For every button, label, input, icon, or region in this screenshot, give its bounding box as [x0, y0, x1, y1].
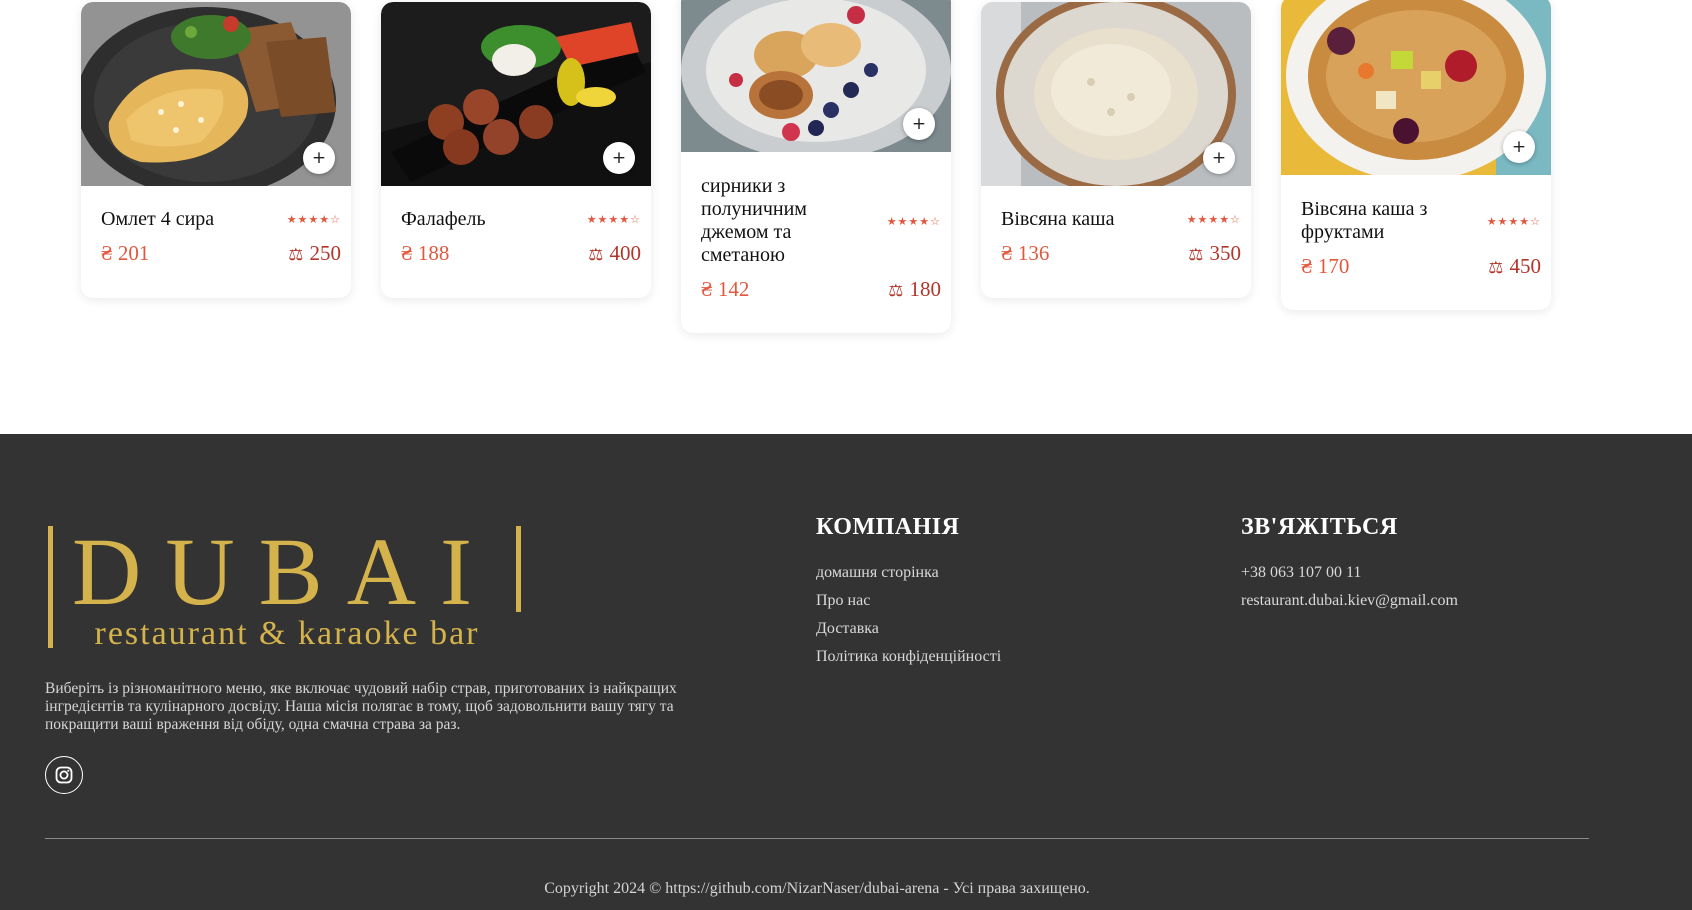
page: + Омлет 4 сира ★★★★☆ ₴ 201 ⚖ 250 + Фалаф…: [0, 0, 1692, 910]
rating-stars: ★★★★☆: [286, 213, 341, 226]
footer-divider: [45, 838, 1589, 839]
dish-image: +: [381, 2, 651, 186]
rating-stars: ★★★★☆: [886, 214, 941, 228]
dish-price: ₴ 136: [1001, 241, 1050, 265]
svg-text:restaurant & karaoke bar: restaurant & karaoke bar: [95, 615, 480, 652]
menu-card[interactable]: + Вівсяна каша ★★★★☆ ₴ 136 ⚖ 350: [981, 2, 1251, 298]
dish-name: Вівсяна каша з фруктами: [1301, 198, 1428, 243]
dish-price: ₴ 142: [701, 277, 750, 301]
scale-icon: ⚖: [1188, 245, 1204, 265]
rating-stars: ★★★★☆: [1486, 214, 1541, 228]
dish-price: ₴ 170: [1301, 254, 1350, 278]
scale-icon: ⚖: [888, 281, 904, 301]
company-column: КОМПАНІЯ домашня сторінка Про нас Достав…: [816, 514, 1001, 671]
add-to-cart-button[interactable]: +: [903, 108, 935, 140]
contact-column: ЗВ'ЯЖІТЬСЯ +38 063 107 00 11 restaurant.…: [1241, 514, 1458, 615]
dish-weight: ⚖ 250: [288, 241, 341, 265]
company-heading: КОМПАНІЯ: [816, 514, 960, 540]
dish-name: Омлет 4 сира: [101, 208, 215, 230]
dish-weight: ⚖ 180: [888, 277, 941, 301]
instagram-icon[interactable]: [45, 756, 83, 794]
menu-card[interactable]: + Вівсяна каша з фруктами ★★★★☆ ₴ 170 ⚖ 4…: [1281, 0, 1551, 310]
scale-icon: ⚖: [1488, 258, 1504, 278]
dish-image: +: [81, 2, 351, 186]
rating-stars: ★★★★☆: [586, 213, 641, 226]
dubai-logo[interactable]: DUBAI restaurant & karaoke bar: [44, 518, 524, 652]
footer-description: Виберіть із різноманітного меню, яке вкл…: [45, 680, 677, 733]
dish-price: ₴ 188: [401, 241, 450, 265]
footer-link-about[interactable]: Про нас: [816, 587, 1001, 615]
footer-link-delivery[interactable]: Доставка: [816, 615, 1001, 643]
rating-stars: ★★★★☆: [1186, 213, 1241, 226]
dish-name: Фалафель: [401, 208, 486, 230]
dish-image: +: [681, 0, 951, 152]
svg-text:DUBAI: DUBAI: [72, 522, 496, 625]
dish-weight: ⚖ 400: [588, 241, 641, 265]
scale-icon: ⚖: [588, 245, 604, 265]
dish-image: +: [981, 2, 1251, 186]
add-to-cart-button[interactable]: +: [603, 142, 635, 174]
footer: DUBAI restaurant & karaoke bar Виберіть …: [0, 434, 1692, 910]
contact-phone[interactable]: +38 063 107 00 11: [1241, 559, 1458, 587]
copyright-text: Copyright 2024 © https://github.com/Niza…: [544, 880, 1090, 897]
add-to-cart-button[interactable]: +: [303, 142, 335, 174]
menu-card[interactable]: + Фалафель ★★★★☆ ₴ 188 ⚖ 400: [381, 2, 651, 298]
menu-card[interactable]: + Омлет 4 сира ★★★★☆ ₴ 201 ⚖ 250: [81, 2, 351, 298]
add-to-cart-button[interactable]: +: [1503, 131, 1535, 163]
dish-price: ₴ 201: [101, 241, 150, 265]
scale-icon: ⚖: [288, 245, 304, 265]
menu-cards: + Омлет 4 сира ★★★★☆ ₴ 201 ⚖ 250 + Фалаф…: [0, 0, 1692, 434]
dish-image: +: [1281, 0, 1551, 175]
menu-card[interactable]: + сирники з полуничним джемом та сметано…: [681, 0, 951, 333]
contact-email[interactable]: restaurant.dubai.kiev@gmail.com: [1241, 587, 1458, 615]
add-to-cart-button[interactable]: +: [1203, 142, 1235, 174]
contact-heading: ЗВ'ЯЖІТЬСЯ: [1241, 514, 1398, 540]
dish-name: Вівсяна каша: [1001, 208, 1115, 230]
dish-weight: ⚖ 350: [1188, 241, 1241, 265]
footer-link-privacy[interactable]: Політика конфіденційності: [816, 643, 1001, 671]
footer-link-home[interactable]: домашня сторінка: [816, 559, 1001, 587]
dish-name: сирники з полуничним джемом та сметаною: [701, 175, 807, 266]
dish-weight: ⚖ 450: [1488, 254, 1541, 278]
